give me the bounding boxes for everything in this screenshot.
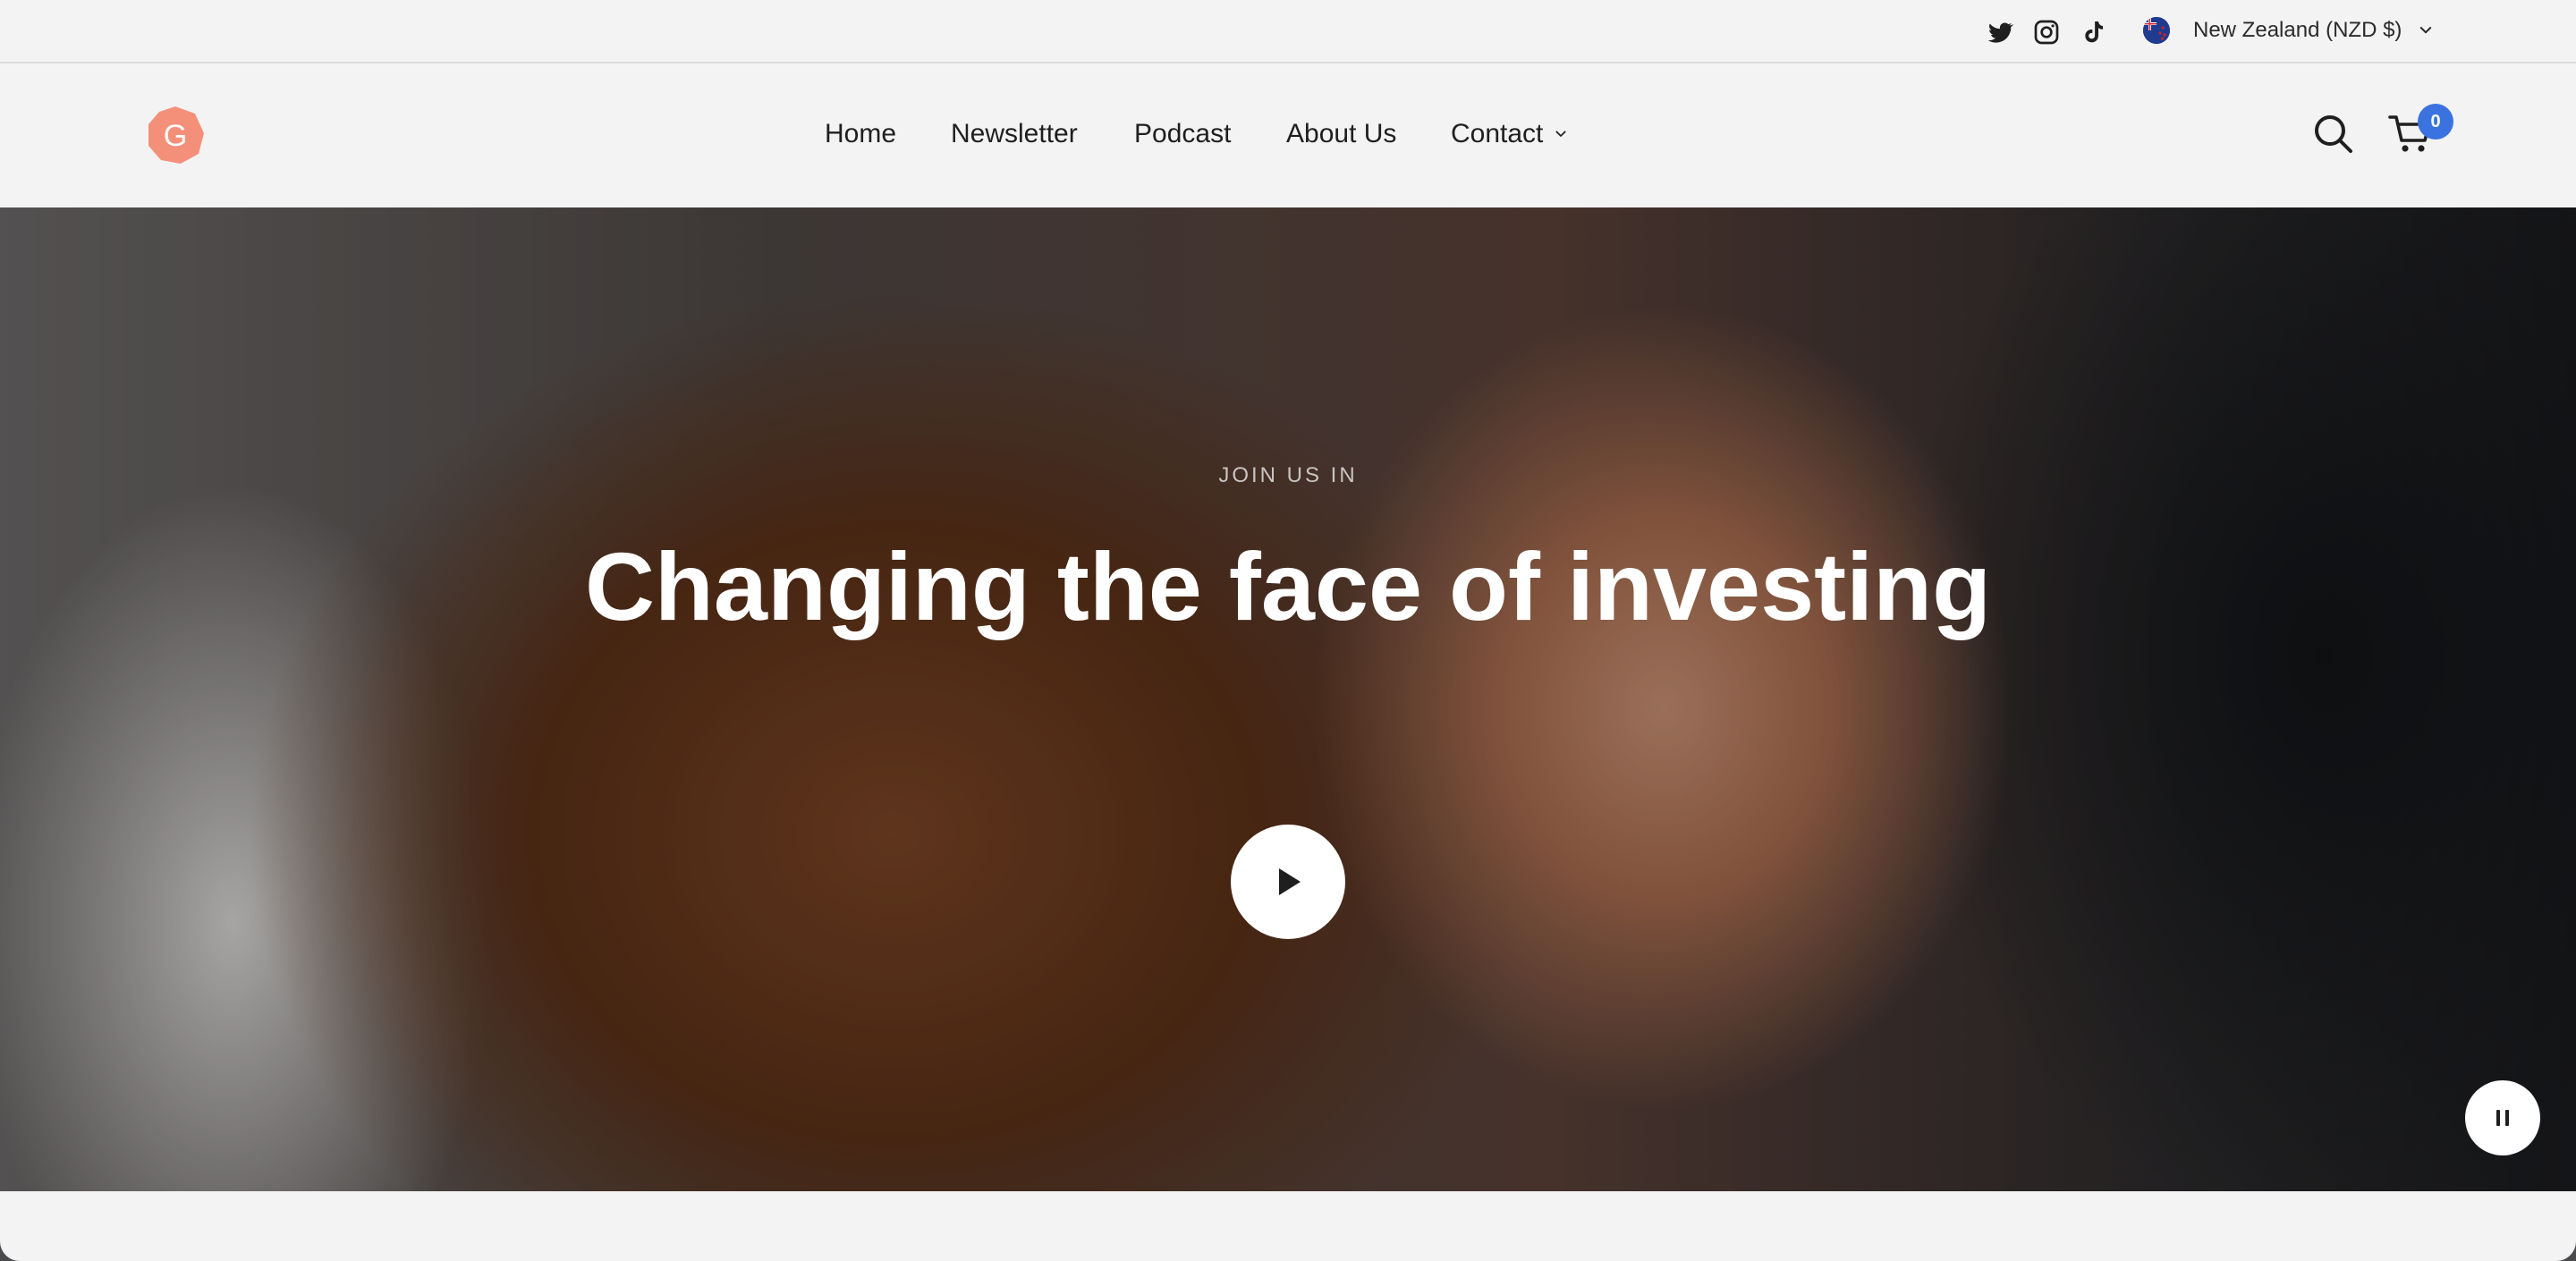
site-header: G Home Newsletter Podcast About Us Conta…: [0, 65, 2576, 207]
nav-contact-label: Contact: [1451, 119, 1544, 148]
instagram-icon[interactable]: [2030, 16, 2063, 48]
nav-podcast[interactable]: Podcast: [1134, 119, 1231, 149]
nav-newsletter[interactable]: Newsletter: [951, 119, 1078, 149]
top-utility-bar: New Zealand (NZD $): [0, 0, 2576, 63]
hero-overlay: [0, 207, 2576, 1191]
currency-selector[interactable]: New Zealand (NZD $): [2143, 13, 2434, 48]
play-video-button[interactable]: [1231, 825, 1345, 939]
hero-video-banner: JOIN US IN Changing the face of investin…: [0, 207, 2576, 1191]
nav-home[interactable]: Home: [825, 119, 896, 149]
play-icon: [1279, 868, 1301, 895]
twitter-icon[interactable]: [1984, 16, 2016, 48]
nav-contact[interactable]: Contact: [1451, 119, 1568, 149]
new-zealand-flag-icon: [2143, 17, 2170, 44]
pause-video-button[interactable]: [2465, 1080, 2540, 1155]
nav-about-us[interactable]: About Us: [1286, 119, 1396, 149]
tiktok-icon[interactable]: [2077, 16, 2109, 48]
logo-letter: G: [164, 119, 187, 153]
chevron-down-icon: [2420, 27, 2432, 34]
chevron-down-icon: [1555, 131, 1566, 137]
site-logo[interactable]: G: [145, 105, 206, 165]
hero-headline: Changing the face of investing: [584, 532, 1992, 640]
hero-eyebrow: JOIN US IN: [1218, 463, 1358, 487]
browser-page: New Zealand (NZD $) G Home Newsletter Po…: [0, 0, 2576, 1261]
cart-count-badge: 0: [2418, 104, 2453, 140]
pause-icon: [2496, 1110, 2509, 1126]
search-icon[interactable]: [2311, 112, 2354, 155]
currency-label: New Zealand (NZD $): [2193, 18, 2402, 42]
